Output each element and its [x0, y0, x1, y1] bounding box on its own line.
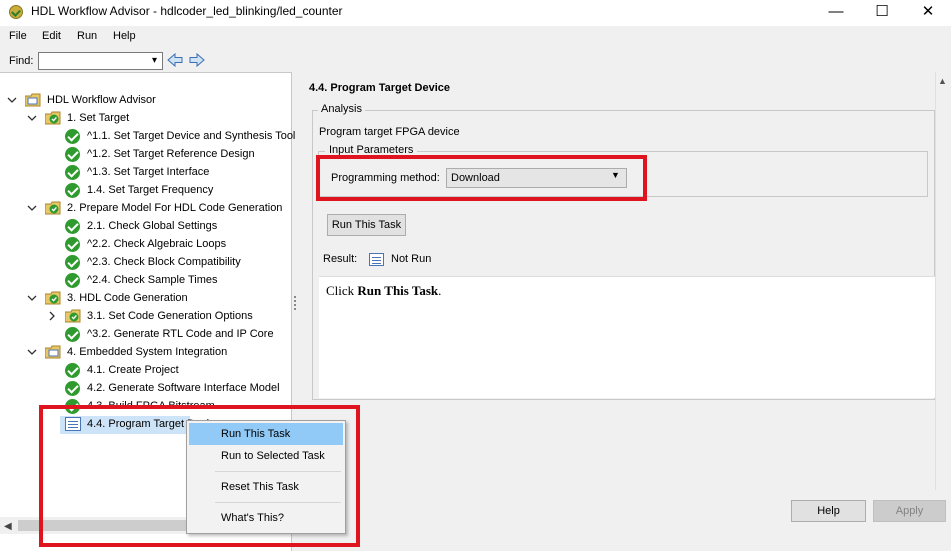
maximize-button[interactable]: ☐: [859, 0, 905, 26]
right-vertical-scrollbar[interactable]: [935, 72, 951, 490]
help-button[interactable]: Help: [791, 500, 866, 522]
analysis-description: Program target FPGA device: [319, 126, 460, 138]
chevron-down-icon[interactable]: [27, 347, 37, 357]
tree-item-label: ^3.2. Generate RTL Code and IP Core: [87, 328, 274, 340]
folder-check-icon: [45, 201, 61, 215]
chevron-down-icon[interactable]: [27, 293, 37, 303]
tree-item-label: ^1.3. Set Target Interface: [87, 166, 210, 178]
tree-item-2-2[interactable]: ^2.2. Check Algebraic Loops: [0, 236, 290, 254]
folder-check-icon: [45, 291, 61, 305]
menu-edit[interactable]: Edit: [42, 30, 61, 42]
analysis-legend: Analysis: [318, 103, 365, 115]
tree-item-1-2[interactable]: ^1.2. Set Target Reference Design: [0, 146, 290, 164]
tree-item-label: 4.2. Generate Software Interface Model: [87, 382, 280, 394]
tree-root[interactable]: HDL Workflow Advisor: [0, 92, 290, 110]
panel-splitter[interactable]: [294, 294, 297, 310]
tree-item-label: 3. HDL Code Generation: [67, 292, 188, 304]
tree-item-1-4[interactable]: 1.4. Set Target Frequency: [0, 182, 290, 200]
tree-item-prepare-model[interactable]: 2. Prepare Model For HDL Code Generation: [0, 200, 290, 218]
find-input[interactable]: [38, 52, 163, 70]
forward-arrow-icon[interactable]: [188, 51, 206, 69]
tree-item-3-1[interactable]: 3.1. Set Code Generation Options: [0, 308, 290, 326]
tree-item-label: 2. Prepare Model For HDL Code Generation: [67, 202, 283, 214]
window-title: HDL Workflow Advisor - hdlcoder_led_blin…: [31, 4, 343, 18]
tree-item-3-2[interactable]: ^3.2. Generate RTL Code and IP Core: [0, 326, 290, 344]
folder-icon: [45, 345, 61, 359]
check-circle-icon: [65, 327, 80, 342]
result-label: Result:: [323, 253, 358, 265]
tree-item-label: 4. Embedded System Integration: [67, 346, 228, 358]
run-this-task-button[interactable]: Run This Task: [327, 214, 406, 236]
close-button[interactable]: ✕: [905, 0, 951, 26]
find-dropdown-icon[interactable]: ▾: [147, 53, 162, 69]
chevron-right-icon[interactable]: [47, 311, 57, 321]
message-bold: Run This Task: [357, 283, 439, 298]
tree-item-hdl-code-generation[interactable]: 3. HDL Code Generation: [0, 290, 290, 308]
highlight-box-programming-method: [316, 155, 647, 201]
tree-item-label: 2.1. Check Global Settings: [87, 220, 218, 232]
tree-item-embedded-system-integration[interactable]: 4. Embedded System Integration: [0, 344, 290, 362]
folder-check-icon: [45, 111, 61, 125]
check-circle-icon: [65, 381, 80, 396]
tree-item-2-1[interactable]: 2.1. Check Global Settings: [0, 218, 290, 236]
check-circle-icon: [65, 147, 80, 162]
not-run-icon: [369, 253, 384, 266]
check-circle-icon: [65, 363, 80, 378]
tree-item-label: ^2.3. Check Block Compatibility: [87, 256, 241, 268]
tree-item-1-1[interactable]: ^1.1. Set Target Device and Synthesis To…: [0, 128, 295, 146]
minimize-button[interactable]: —: [813, 0, 859, 26]
tree-root-label: HDL Workflow Advisor: [47, 94, 156, 106]
tree-item-1-3[interactable]: ^1.3. Set Target Interface: [0, 164, 290, 182]
tree-item-label: ^1.1. Set Target Device and Synthesis To…: [87, 130, 296, 142]
tree-item-2-3[interactable]: ^2.3. Check Block Compatibility: [0, 254, 290, 272]
highlight-box-context-menu: [39, 405, 360, 547]
check-circle-icon: [65, 165, 80, 180]
tree-item-label: 4.1. Create Project: [87, 364, 179, 376]
back-arrow-icon[interactable]: [166, 51, 184, 69]
chevron-down-icon[interactable]: [27, 203, 37, 213]
tree-item-4-1[interactable]: 4.1. Create Project: [0, 362, 290, 380]
apply-button[interactable]: Apply: [873, 500, 946, 522]
check-circle-icon: [65, 219, 80, 234]
menu-help[interactable]: Help: [113, 30, 136, 42]
menu-file[interactable]: File: [9, 30, 27, 42]
tree-item-label: ^1.2. Set Target Reference Design: [87, 148, 255, 160]
tree-item-label: 1. Set Target: [67, 112, 130, 124]
tree-item-set-target[interactable]: 1. Set Target: [0, 110, 290, 128]
check-circle-icon: [65, 129, 80, 144]
scroll-left-icon[interactable]: ◀: [4, 521, 12, 532]
find-label: Find:: [9, 55, 34, 67]
tree-item-label: ^2.2. Check Algebraic Loops: [87, 238, 227, 250]
menu-bar: [0, 27, 951, 47]
folder-check-icon: [65, 309, 81, 323]
chevron-down-icon[interactable]: [27, 113, 37, 123]
check-circle-icon: [65, 183, 80, 198]
result-value: Not Run: [391, 253, 432, 265]
menu-run[interactable]: Run: [77, 30, 97, 42]
tree-item-label: ^2.4. Check Sample Times: [87, 274, 218, 286]
scroll-up-icon[interactable]: ▲: [938, 76, 947, 86]
check-circle-icon: [65, 237, 80, 252]
message-prefix: Click: [326, 283, 358, 298]
tree-item-label: 3.1. Set Code Generation Options: [87, 310, 253, 322]
message-suffix: .: [438, 283, 442, 298]
tree-item-label: 1.4. Set Target Frequency: [87, 184, 214, 196]
folder-icon: [25, 93, 41, 107]
tree-item-4-2[interactable]: 4.2. Generate Software Interface Model: [0, 380, 290, 398]
check-circle-icon: [65, 255, 80, 270]
chevron-down-icon[interactable]: [7, 95, 17, 105]
task-title: 4.4. Program Target Device: [309, 82, 451, 94]
matlab-app-icon: [9, 5, 23, 19]
check-circle-icon: [65, 273, 80, 288]
message-text: Click Run This Task.: [326, 283, 441, 299]
tree-item-2-4[interactable]: ^2.4. Check Sample Times: [0, 272, 290, 290]
